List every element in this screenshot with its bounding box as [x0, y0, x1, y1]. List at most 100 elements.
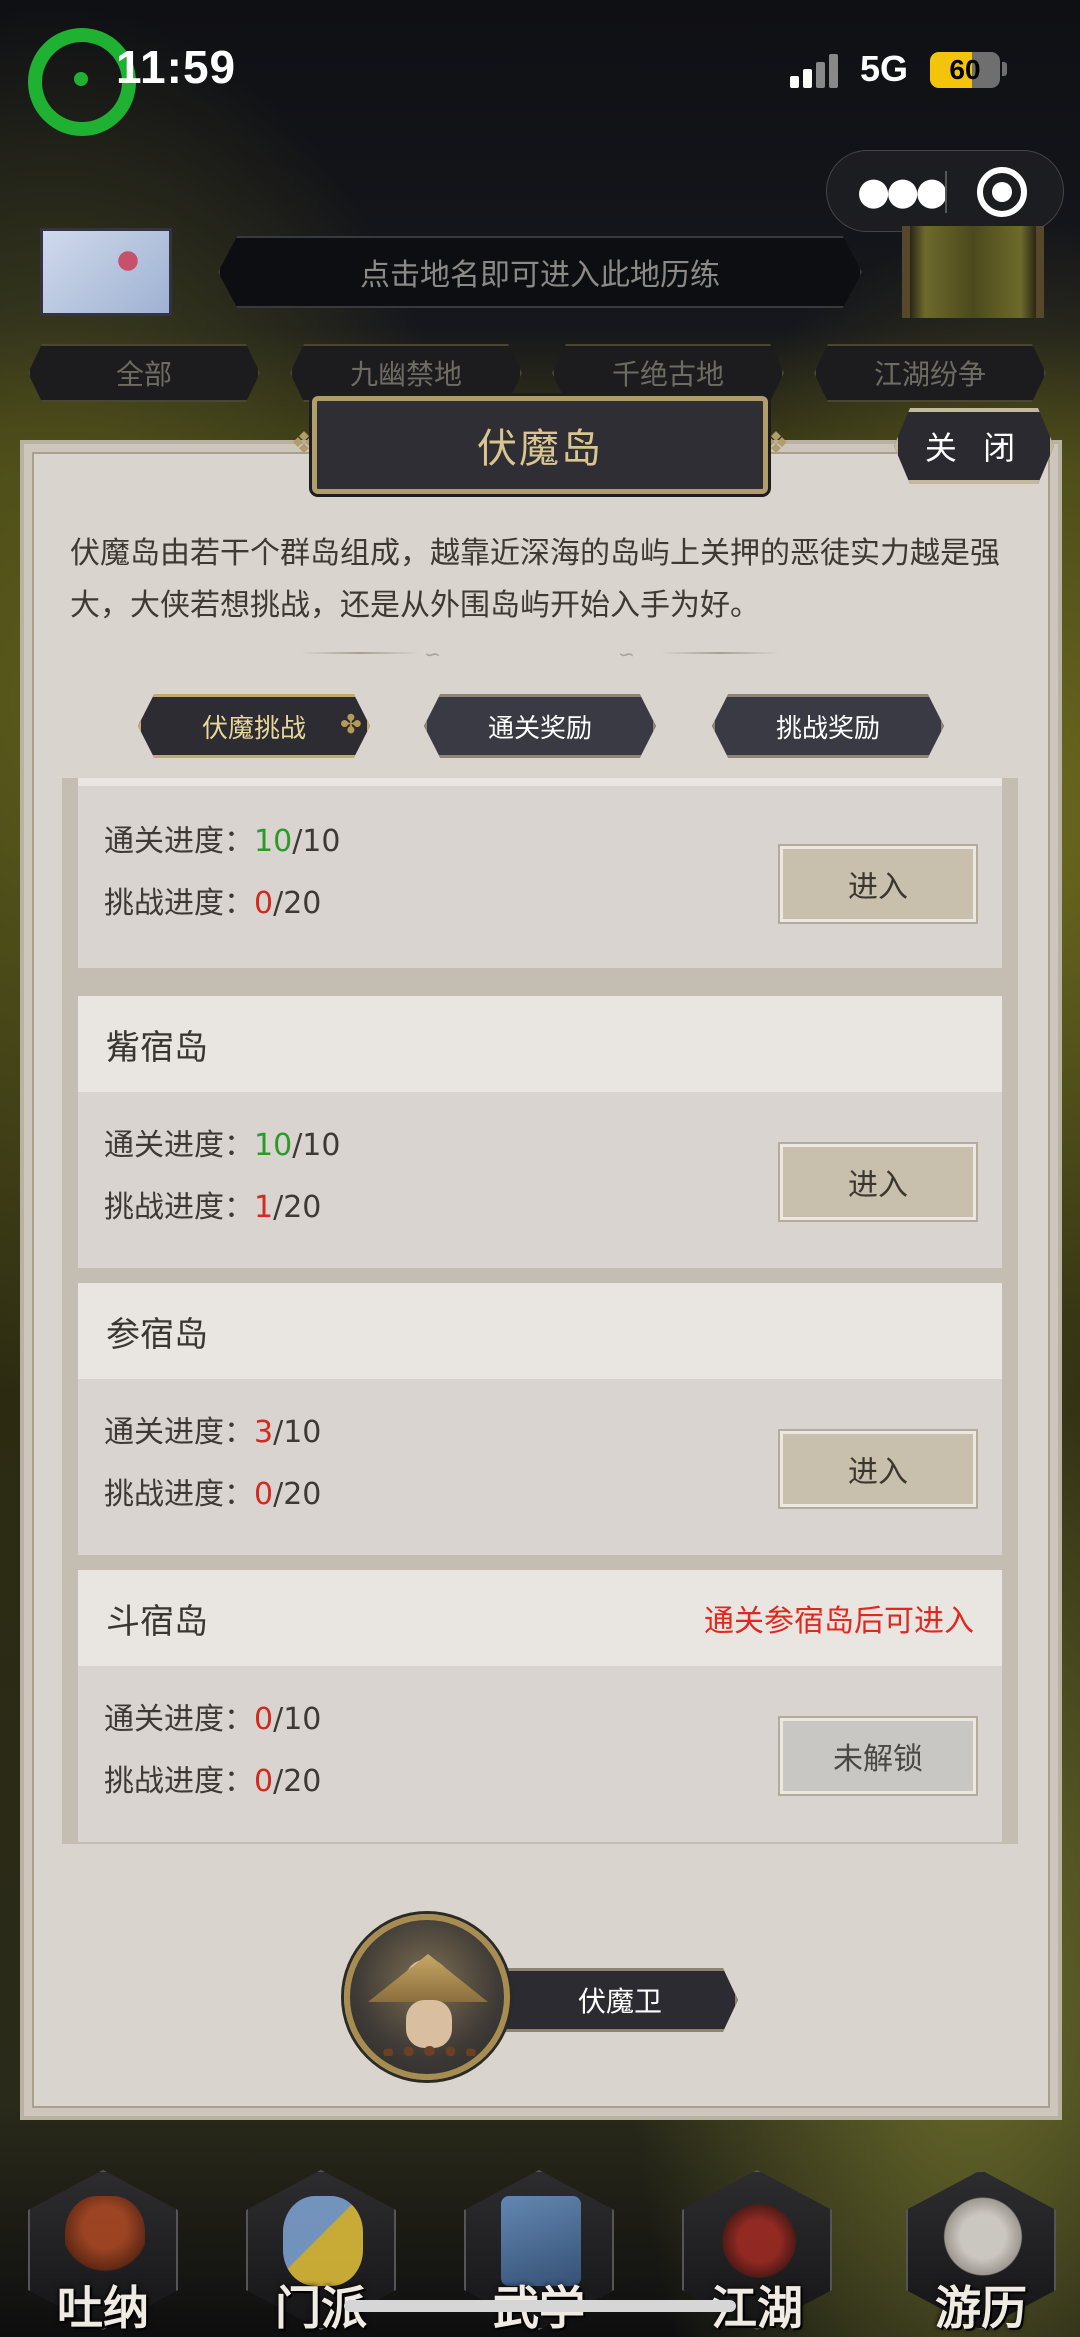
challenge-progress-current: 0: [254, 1764, 274, 1799]
locked-button-label: 未解锁: [833, 1742, 923, 1777]
challenge-progress: 挑战进度：1/20: [104, 1182, 321, 1226]
modal-title-text: 伏魔岛: [477, 426, 603, 472]
clear-progress-current: 0: [254, 1702, 274, 1737]
filter-tab-qianjue[interactable]: 千绝古地: [552, 344, 784, 402]
tab-challenge-reward[interactable]: 挑战奖励: [712, 694, 944, 758]
tab-label: 挑战奖励: [775, 713, 880, 744]
scroll-painting-icon[interactable]: [40, 228, 172, 316]
modal-title: 伏魔岛: [312, 396, 768, 494]
clear-progress-label: 通关进度：: [104, 1128, 254, 1163]
challenge-progress-label: 挑战进度：: [104, 886, 254, 921]
list-item: 参宿岛 通关进度：3/10 挑战进度：0/20 进入: [78, 1283, 1002, 1555]
list-item: 觜宿岛 通关进度：10/10 挑战进度：1/20 进入: [78, 996, 1002, 1268]
home-indicator[interactable]: [344, 2300, 736, 2312]
tab-label: 伏魔挑战: [201, 713, 306, 744]
clear-progress-total: /10: [273, 1415, 322, 1450]
island-list[interactable]: 通关进度：10/10 挑战进度：0/20 进入 觜宿岛 通关进度：10/10 挑…: [62, 778, 1018, 1844]
close-button[interactable]: 关 闭: [894, 408, 1054, 484]
divider-ornament-right: ∽: [618, 642, 635, 666]
filter-tab-jiuyou[interactable]: 九幽禁地: [290, 344, 522, 402]
filter-tab-label: 九幽禁地: [349, 358, 462, 391]
list-item: 斗宿岛 通关参宿岛后可进入 通关进度：0/10 挑战进度：0/20 未解锁: [78, 1570, 1002, 1842]
island-name: 觜宿岛: [106, 1027, 208, 1068]
filter-tab-label: 全部: [115, 358, 172, 391]
battery-level: 60: [949, 54, 981, 85]
challenge-progress: 挑战进度：0/20: [104, 878, 321, 922]
map-scroll-icon[interactable]: [902, 226, 1044, 318]
npc-name: 伏魔卫: [577, 1985, 662, 2018]
enter-button[interactable]: 进入: [778, 1429, 978, 1509]
npc-name-tag[interactable]: 伏魔卫: [486, 1968, 738, 2032]
tab-ornament-right: ✤: [340, 710, 362, 740]
challenge-progress-total: /20: [273, 1190, 322, 1225]
filter-tab-jianghu[interactable]: 江湖纷争: [814, 344, 1046, 402]
challenge-progress-total: /20: [273, 886, 322, 921]
status-time: 11:59: [116, 41, 237, 93]
challenge-progress-label: 挑战进度：: [104, 1477, 254, 1512]
nav-label: 吐纳: [57, 2281, 149, 2335]
island-header: [78, 778, 1002, 786]
npc-avatar[interactable]: [344, 1914, 510, 2080]
clear-progress-label: 通关进度：: [104, 1415, 254, 1450]
challenge-progress-total: /20: [273, 1764, 322, 1799]
challenge-progress-total: /20: [273, 1477, 322, 1512]
island-header: 觜宿岛: [78, 996, 1002, 1092]
island-body: 通关进度：10/10 挑战进度：0/20 进入: [78, 786, 1002, 968]
enter-button[interactable]: 进入: [778, 844, 978, 924]
clear-progress-current: 3: [254, 1415, 274, 1450]
island-body: 通关进度：0/10 挑战进度：0/20 未解锁: [78, 1666, 1002, 1842]
enter-button[interactable]: 进入: [778, 1142, 978, 1222]
signal-icon: [790, 54, 842, 88]
divider-line-right: [660, 652, 780, 654]
status-bar: 11:59 5G 60: [0, 0, 1080, 140]
clear-progress: 通关进度：10/10: [104, 1120, 340, 1164]
tab-label: 通关奖励: [487, 713, 592, 744]
clear-progress-label: 通关进度：: [104, 1702, 254, 1737]
filter-tab-label: 千绝古地: [611, 358, 724, 391]
list-item: 通关进度：10/10 挑战进度：0/20 进入: [78, 778, 1002, 968]
more-icon[interactable]: ●●●: [857, 171, 949, 211]
clear-progress: 通关进度：3/10: [104, 1407, 321, 1451]
tab-challenge[interactable]: 伏魔挑战: [138, 694, 370, 758]
island-name: 斗宿岛: [106, 1601, 208, 1642]
network-type: 5G: [860, 48, 909, 89]
locked-button[interactable]: 未解锁: [778, 1716, 978, 1796]
battery-tip: [1002, 62, 1007, 76]
clear-progress-total: /10: [292, 1128, 341, 1163]
battery-icon: 60: [930, 52, 1000, 88]
challenge-progress-current: 0: [254, 886, 274, 921]
mini-program-capsule: ●●●: [826, 150, 1064, 232]
filter-tab-all[interactable]: 全部: [28, 344, 260, 402]
challenge-progress-current: 0: [254, 1477, 274, 1512]
map-hint-bar: 点击地名即可进入此地历练: [218, 236, 862, 308]
nav-label: 游历: [935, 2281, 1027, 2335]
island-name: 参宿岛: [106, 1314, 208, 1355]
challenge-progress: 挑战进度：0/20: [104, 1756, 321, 1800]
clear-progress: 通关进度：10/10: [104, 816, 340, 860]
divider-ornament-left: ∽: [424, 642, 441, 666]
island-header: 参宿岛: [78, 1283, 1002, 1379]
filter-tab-label: 江湖纷争: [873, 358, 986, 391]
region-filter-tabs: 全部 九幽禁地 千绝古地 江湖纷争: [28, 344, 1068, 402]
clear-progress: 通关进度：0/10: [104, 1694, 321, 1738]
enter-button-label: 进入: [848, 1455, 908, 1490]
challenge-progress-label: 挑战进度：: [104, 1764, 254, 1799]
clear-progress-total: /10: [273, 1702, 322, 1737]
island-description: 伏魔岛由若干个群岛组成，越靠近深海的岛屿上关押的恶徒实力越是强大，大侠若想挑战，…: [70, 536, 1000, 623]
map-hint-text: 点击地名即可进入此地历练: [360, 258, 720, 293]
island-header: 斗宿岛 通关参宿岛后可进入: [78, 1570, 1002, 1666]
tab-clear-reward[interactable]: 通关奖励: [424, 694, 656, 758]
clear-progress-label: 通关进度：: [104, 824, 254, 859]
island-body: 通关进度：10/10 挑战进度：1/20 进入: [78, 1092, 1002, 1268]
clear-progress-total: /10: [292, 824, 341, 859]
close-button-label: 关 闭: [924, 429, 1024, 467]
capsule-divider: [945, 171, 947, 213]
enter-button-label: 进入: [848, 870, 908, 905]
challenge-progress-label: 挑战进度：: [104, 1190, 254, 1225]
npc-face: [406, 2000, 452, 2048]
straw-hat-icon: [368, 1954, 488, 2002]
close-mini-program-icon[interactable]: [977, 167, 1027, 217]
island-body: 通关进度：3/10 挑战进度：0/20 进入: [78, 1379, 1002, 1555]
unlock-requirement: 通关参宿岛后可进入: [704, 1604, 974, 1639]
clear-progress-current: 10: [254, 1128, 293, 1163]
